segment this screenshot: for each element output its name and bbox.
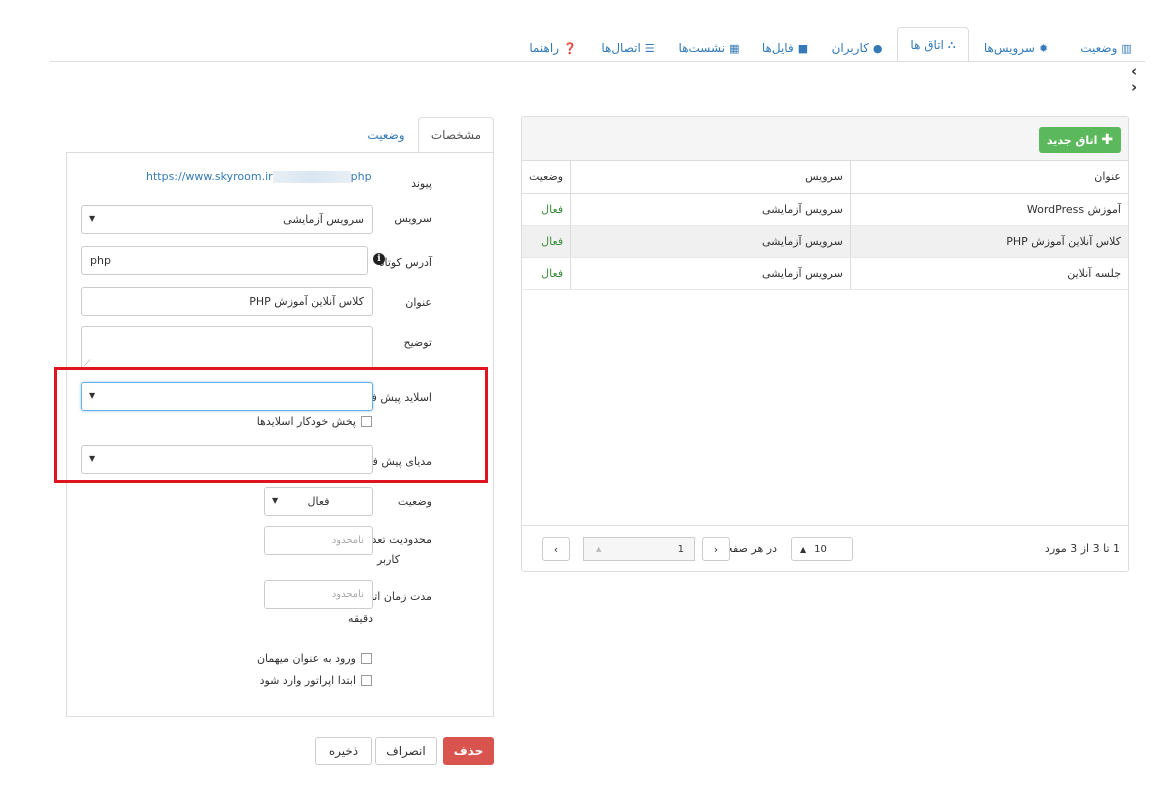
table-row-selected[interactable]: کلاس آنلاین آموزش PHP سرویس آزمایشی فعال	[522, 225, 1128, 258]
nav-divider	[50, 61, 1145, 62]
dropdown-arrow-icon: ▼	[89, 214, 96, 223]
description-textarea[interactable]: ⟍	[81, 326, 373, 370]
tab-status[interactable]: ▥ وضعیت	[1063, 34, 1149, 62]
next-page-button[interactable]: ›	[702, 537, 730, 561]
autoplay-slides-checkbox[interactable]: پخش خودکار اسلایدها	[257, 415, 372, 428]
user-limit-label: محدودیت تعداد	[363, 533, 432, 546]
dropdown-arrow-icon: ▼	[272, 496, 279, 505]
gear-icon: ✹	[1038, 41, 1049, 55]
short-address-input[interactable]: php	[81, 246, 368, 275]
chevron-right-icon[interactable]: ›	[1131, 80, 1137, 95]
default-media-select[interactable]: ▼	[81, 445, 373, 474]
tab-status-form[interactable]: وضعیت	[358, 117, 414, 153]
tab-sessions[interactable]: ▦ نشست‌ها	[670, 34, 748, 62]
column-service[interactable]: سرویس	[570, 161, 851, 194]
checkbox-box[interactable]	[361, 653, 372, 664]
save-button[interactable]: ذخیره	[315, 737, 372, 765]
short-address-label: آدرس کوتاه	[378, 256, 432, 269]
top-nav: ▥ وضعیت ✹ سرویس‌ها ⛬ اتاق ها ● کاربران ■…	[0, 0, 1155, 62]
user-icon: ●	[872, 41, 883, 55]
redacted-mask	[272, 171, 351, 183]
minute-label: دقیقه	[348, 612, 373, 625]
triangle-up-icon: ▲	[596, 545, 602, 553]
status-select[interactable]: فعال ▼	[264, 487, 373, 516]
title-input[interactable]: کلاس آنلاین آموزش PHP	[81, 287, 373, 316]
row-title: جلسه آنلاین	[850, 257, 1128, 290]
row-status: فعال	[522, 225, 571, 258]
rooms-panel: ✚ اتاق جدید عنوان سرویس وضعیت آموزش Word…	[521, 116, 1129, 572]
row-status: فعال	[522, 257, 571, 290]
page-number-input[interactable]: ▲ 1	[583, 537, 695, 561]
sitemap-icon: ⛬	[947, 38, 956, 51]
bar-chart-icon: ▥	[1121, 41, 1132, 55]
row-title: آموزش WordPress	[850, 193, 1128, 226]
grid-icon: ▦	[729, 41, 740, 55]
rooms-panel-header: ✚ اتاق جدید	[522, 117, 1128, 161]
user-limit-input[interactable]: نامحدود	[264, 526, 373, 555]
row-service: سرویس آزمایشی	[570, 257, 851, 290]
column-status[interactable]: وضعیت	[522, 161, 571, 194]
new-room-button[interactable]: ✚ اتاق جدید	[1039, 127, 1121, 153]
tab-users[interactable]: ● کاربران	[820, 34, 894, 62]
column-title[interactable]: عنوان	[850, 161, 1128, 194]
tab-connections[interactable]: ☰ اتصال‌ها	[590, 34, 666, 62]
plus-icon: ✚	[1101, 132, 1114, 148]
service-label: سرویس	[394, 212, 432, 225]
default-slide-select[interactable]: ▼	[81, 382, 373, 411]
table-row[interactable]: جلسه آنلاین سرویس آزمایشی فعال	[522, 257, 1128, 290]
chevron-left-icon: ‹	[553, 542, 559, 556]
file-icon: ■	[797, 41, 809, 55]
list-icon: ☰	[644, 41, 655, 55]
dropdown-arrow-icon: ▼	[89, 454, 96, 463]
rooms-table: عنوان سرویس وضعیت آموزش WordPress سرویس …	[522, 161, 1128, 290]
row-status: فعال	[522, 193, 571, 226]
description-label: توضیح	[403, 336, 432, 349]
info-icon[interactable]: i	[373, 253, 385, 265]
tab-rooms[interactable]: ⛬ اتاق ها	[897, 27, 969, 62]
cancel-button[interactable]: انصراف	[375, 737, 437, 765]
room-link[interactable]: https://www.skyroom.ir php	[146, 170, 372, 183]
dropdown-arrow-icon: ▼	[89, 391, 96, 400]
guest-login-checkbox[interactable]: ورود به عنوان میهمان	[257, 652, 372, 665]
table-row[interactable]: آموزش WordPress سرویس آزمایشی فعال	[522, 193, 1128, 226]
tab-services[interactable]: ✹ سرویس‌ها	[972, 34, 1060, 62]
table-header: عنوان سرویس وضعیت	[522, 161, 1128, 194]
tab-files[interactable]: ■ فایل‌ها	[752, 34, 818, 62]
row-service: سرویس آزمایشی	[570, 225, 851, 258]
service-select[interactable]: سرویس آزمایشی ▼	[81, 205, 373, 234]
checkbox-box[interactable]	[361, 675, 372, 686]
pager-summary: 1 تا 3 از 3 مورد	[1044, 542, 1120, 555]
delete-button[interactable]: حذف	[443, 737, 494, 765]
user-limit-label-line2: کاربر	[376, 553, 400, 566]
checkbox-box[interactable]	[361, 416, 372, 427]
chevron-left-icon[interactable]: ‹	[1131, 64, 1137, 79]
prev-page-button[interactable]: ‹	[542, 537, 570, 561]
chevron-right-icon: ›	[713, 542, 719, 556]
link-label: پیوند	[411, 177, 432, 190]
status-label: وضعیت	[397, 495, 432, 508]
row-title: کلاس آنلاین آموزش PHP	[850, 225, 1128, 258]
row-service: سرویس آزمایشی	[570, 193, 851, 226]
question-icon: ❓	[562, 41, 577, 55]
operator-first-checkbox[interactable]: ابتدا اپراتور وارد شود	[260, 674, 372, 687]
triangle-up-icon: ▲	[800, 544, 807, 554]
title-label: عنوان	[405, 296, 432, 309]
tab-details[interactable]: مشخصات	[418, 117, 494, 153]
page-size-select[interactable]: ▲ 10	[791, 537, 853, 561]
pager: 1 تا 3 از 3 مورد ▲ 10 در هر صفحه › ▲ 1 ‹	[522, 525, 1128, 571]
tab-help[interactable]: ❓ راهنما	[520, 34, 586, 62]
time-limit-input[interactable]: نامحدود	[264, 580, 373, 609]
